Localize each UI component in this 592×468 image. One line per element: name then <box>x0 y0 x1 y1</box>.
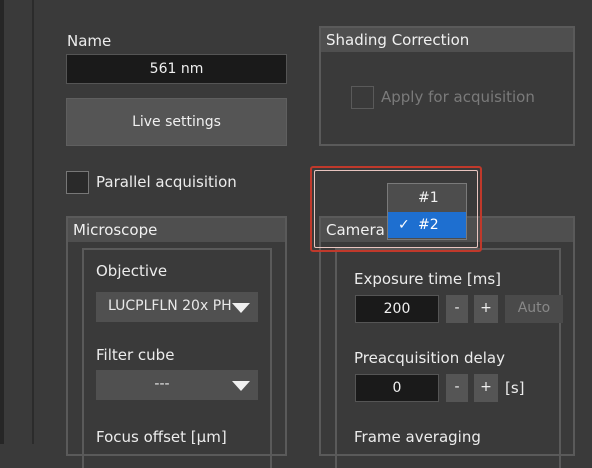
name-field[interactable]: 561 nm <box>66 54 287 84</box>
camera-option-1[interactable]: #1 <box>388 185 466 211</box>
preacquisition-unit: [s] <box>505 379 525 397</box>
microscope-title: Microscope <box>68 218 285 242</box>
name-label: Name <box>67 32 112 50</box>
preacquisition-delay-input[interactable]: 0 <box>355 374 439 402</box>
live-settings-button[interactable]: Live settings <box>66 98 287 146</box>
filter-cube-value: --- <box>154 376 170 392</box>
objective-value: LUCPLFLN 20x PH <box>108 298 232 314</box>
objective-label: Objective <box>96 262 168 280</box>
preacquisition-increment-button[interactable]: + <box>474 374 498 402</box>
shading-correction-group: Shading Correction Apply for acquisition <box>319 26 575 146</box>
camera-option-1-label: #1 <box>418 190 439 206</box>
parallel-acquisition-label: Parallel acquisition <box>96 173 237 191</box>
frame-averaging-label: Frame averaging <box>354 428 481 446</box>
camera-group: Camera Exposure time [ms] 200 - + Auto P… <box>319 216 575 468</box>
chevron-down-icon <box>232 303 250 313</box>
exposure-increment-button[interactable]: + <box>474 295 498 323</box>
chevron-down-icon <box>232 381 250 391</box>
apply-for-acquisition-label: Apply for acquisition <box>381 88 535 106</box>
objective-dropdown[interactable]: LUCPLFLN 20x PH <box>96 292 258 322</box>
shading-correction-title: Shading Correction <box>321 28 573 52</box>
camera-option-2[interactable]: ✓ #2 <box>388 212 466 238</box>
filter-cube-label: Filter cube <box>96 346 175 364</box>
exposure-time-input[interactable]: 200 <box>355 295 439 323</box>
exposure-decrement-button[interactable]: - <box>446 295 468 323</box>
panel-divider <box>32 0 34 444</box>
filter-cube-dropdown[interactable]: --- <box>96 370 258 400</box>
check-icon: ✓ <box>398 217 410 233</box>
parallel-acquisition-checkbox[interactable] <box>66 171 89 194</box>
left-divider <box>0 0 4 444</box>
apply-for-acquisition-checkbox[interactable] <box>351 86 374 109</box>
preacquisition-decrement-button[interactable]: - <box>446 374 468 402</box>
preacquisition-delay-label: Preacquisition delay <box>354 349 505 367</box>
exposure-time-label: Exposure time [ms] <box>354 270 501 288</box>
focus-offset-label: Focus offset [µm] <box>96 428 227 446</box>
microscope-group: Microscope Objective LUCPLFLN 20x PH Fil… <box>66 216 287 468</box>
camera-option-2-label: #2 <box>418 217 439 233</box>
camera-select-dropdown[interactable]: #1 ✓ #2 <box>387 183 467 240</box>
exposure-auto-button[interactable]: Auto <box>505 295 563 323</box>
